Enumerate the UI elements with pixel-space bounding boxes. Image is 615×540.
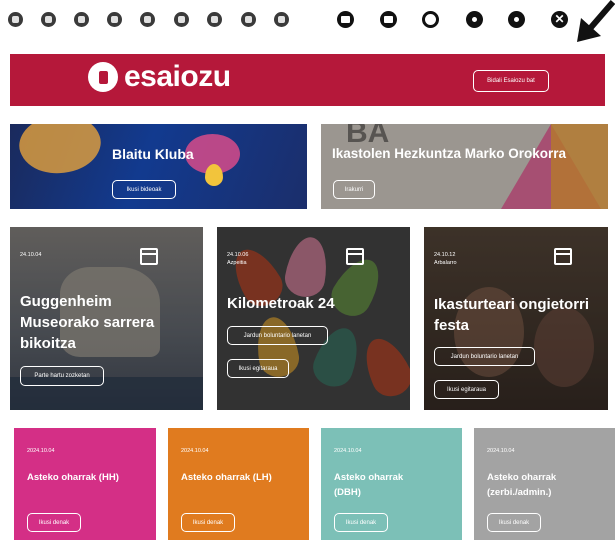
see-all-button[interactable]: Ikusi denak xyxy=(334,513,388,532)
event-place: Arbalarro xyxy=(434,260,457,266)
mail-icon[interactable] xyxy=(337,11,354,28)
volunteer-button[interactable]: Jardun boluntario lanetan xyxy=(434,347,535,366)
event-place: Azpeitia xyxy=(227,260,247,266)
event-title: Ikasturteari ongietorri festa xyxy=(434,296,590,334)
logo-mark-icon xyxy=(88,62,118,92)
calendar-icon xyxy=(140,248,158,265)
note-card-lh[interactable]: 2024.10.04 Asteko oharrak (LH) Ikusi den… xyxy=(168,428,309,540)
volunteer-button[interactable]: Jardun boluntario lanetan xyxy=(227,326,328,345)
monitor-icon[interactable] xyxy=(174,12,189,27)
user-icon[interactable] xyxy=(74,12,89,27)
car-icon[interactable] xyxy=(107,12,122,27)
settings-icon[interactable] xyxy=(466,11,483,28)
document-icon[interactable] xyxy=(380,11,397,28)
view-program-button[interactable]: Ikusi egitaraua xyxy=(227,359,289,378)
keyboard-icon[interactable] xyxy=(207,12,222,27)
note-title: Asteko oharrak (LH) xyxy=(181,472,272,483)
arrow-down-left-icon xyxy=(577,0,615,42)
event-date: 24.10.12 xyxy=(434,252,456,258)
note-card-dbh[interactable]: 2024.10.04 Asteko oharrak (DBH) Ikusi de… xyxy=(321,428,462,540)
feature-title: Blaitu Kluba xyxy=(112,146,194,162)
mic-icon[interactable] xyxy=(8,12,23,27)
note-card-admin[interactable]: 2024.10.04 Asteko oharrak (zerbi./admin.… xyxy=(474,428,615,540)
hand-icon[interactable] xyxy=(274,12,289,27)
note-title: Asteko oharrak (HH) xyxy=(27,472,119,483)
circle-icon[interactable] xyxy=(422,11,439,28)
watch-videos-button[interactable]: Ikusi bideoak xyxy=(112,180,176,199)
note-date: 2024.10.04 xyxy=(27,448,55,454)
see-all-button[interactable]: Ikusi denak xyxy=(27,513,81,532)
note-title: Asteko oharrak (DBH) xyxy=(334,472,404,498)
feature-title: Ikastolen Hezkuntza Marko Orokorra xyxy=(332,146,567,161)
event-title: Guggenheim Museorako sarrera bikoitza xyxy=(20,293,155,352)
view-program-button[interactable]: Ikusi egitaraua xyxy=(434,380,499,399)
event-title: Kilometroak 24 xyxy=(227,295,335,312)
logo-text: esaiozu xyxy=(124,60,231,93)
note-date: 2024.10.04 xyxy=(334,448,362,454)
phone-icon[interactable] xyxy=(241,12,256,27)
note-title: Asteko oharrak (zerbi./admin.) xyxy=(487,472,557,498)
event-date: 24.10.06 xyxy=(227,252,249,258)
send-esaiozu-button[interactable]: Bidali Esaiozu bat xyxy=(473,70,549,92)
close-icon[interactable]: ✕ xyxy=(551,11,568,28)
note-date: 2024.10.04 xyxy=(181,448,209,454)
event-date: 24.10.04 xyxy=(20,252,42,258)
globe-icon[interactable] xyxy=(508,11,525,28)
calendar-icon xyxy=(554,248,572,265)
note-date: 2024.10.04 xyxy=(487,448,515,454)
enter-draw-button[interactable]: Parte hartu zozketan xyxy=(20,366,104,386)
see-all-button[interactable]: Ikusi denak xyxy=(181,513,235,532)
sound-icon[interactable] xyxy=(41,12,56,27)
gauge-icon[interactable] xyxy=(140,12,155,27)
see-all-button[interactable]: Ikusi denak xyxy=(487,513,541,532)
site-logo[interactable]: esaiozu xyxy=(88,62,231,92)
calendar-icon xyxy=(346,248,364,265)
note-card-hh[interactable]: 2024.10.04 Asteko oharrak (HH) Ikusi den… xyxy=(14,428,156,540)
read-button[interactable]: Irakurri xyxy=(333,180,375,199)
